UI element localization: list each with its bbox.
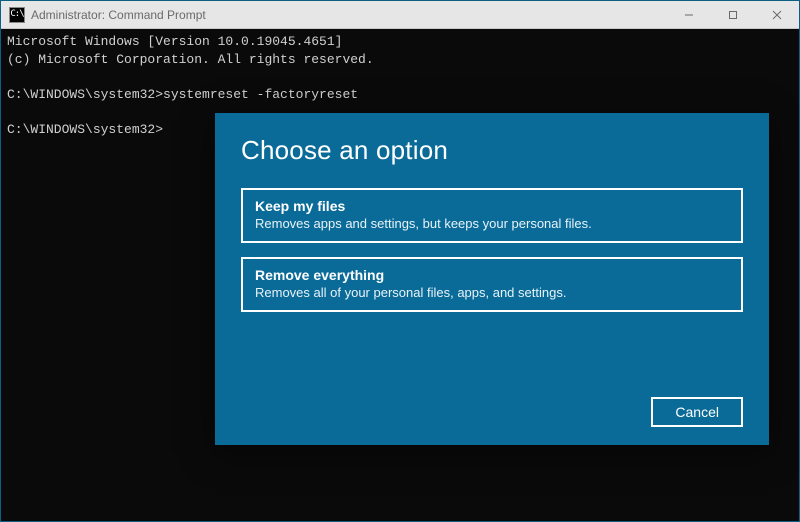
option-keep-my-files[interactable]: Keep my files Removes apps and settings,… bbox=[241, 188, 743, 243]
window-controls bbox=[667, 1, 799, 28]
reset-dialog: Choose an option Keep my files Removes a… bbox=[215, 113, 769, 445]
option-title: Keep my files bbox=[255, 198, 729, 214]
minimize-icon bbox=[684, 10, 694, 20]
console-line: C:\WINDOWS\system32> bbox=[7, 122, 163, 137]
maximize-icon bbox=[728, 10, 738, 20]
close-icon bbox=[772, 10, 782, 20]
window-title: Administrator: Command Prompt bbox=[31, 8, 667, 22]
option-title: Remove everything bbox=[255, 267, 729, 283]
console-line: (c) Microsoft Corporation. All rights re… bbox=[7, 52, 374, 67]
minimize-button[interactable] bbox=[667, 1, 711, 29]
option-description: Removes all of your personal files, apps… bbox=[255, 285, 729, 300]
option-remove-everything[interactable]: Remove everything Removes all of your pe… bbox=[241, 257, 743, 312]
cancel-button[interactable]: Cancel bbox=[651, 397, 743, 427]
console-line: C:\WINDOWS\system32>systemreset -factory… bbox=[7, 87, 358, 102]
close-button[interactable] bbox=[755, 1, 799, 29]
dialog-footer: Cancel bbox=[241, 397, 743, 427]
dialog-heading: Choose an option bbox=[241, 135, 743, 166]
command-prompt-window: C:\ Administrator: Command Prompt Micros… bbox=[0, 0, 800, 522]
option-description: Removes apps and settings, but keeps you… bbox=[255, 216, 729, 231]
titlebar[interactable]: C:\ Administrator: Command Prompt bbox=[1, 1, 799, 29]
cmd-icon: C:\ bbox=[9, 7, 25, 23]
console-line: Microsoft Windows [Version 10.0.19045.46… bbox=[7, 34, 342, 49]
maximize-button[interactable] bbox=[711, 1, 755, 29]
cmd-icon-text: C:\ bbox=[10, 10, 23, 19]
